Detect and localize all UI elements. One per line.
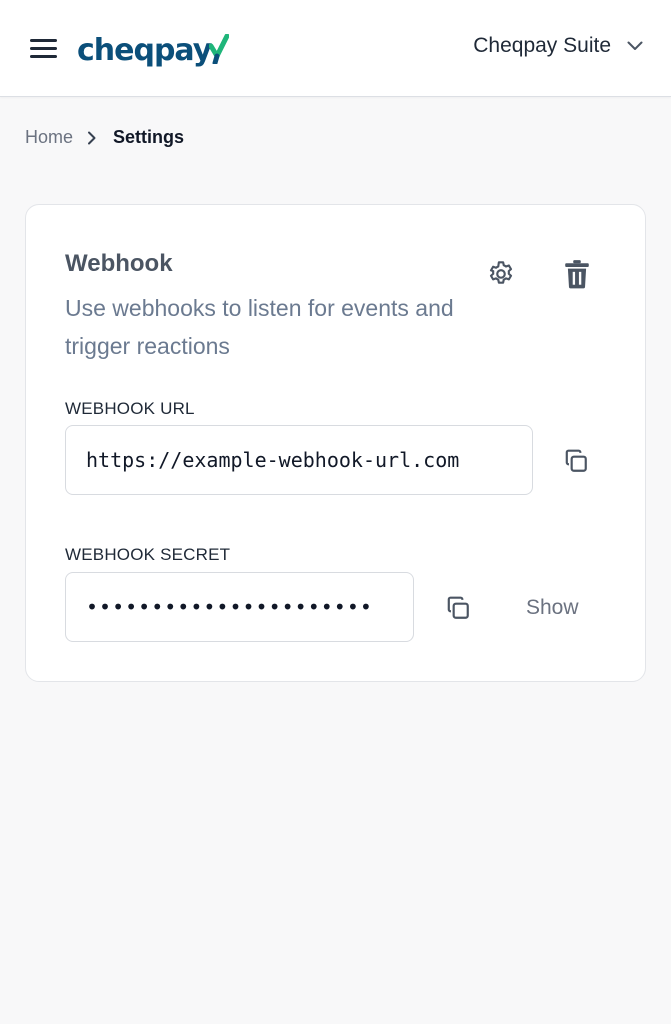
webhook-url-label: WEBHOOK URL bbox=[65, 399, 195, 418]
menu-line bbox=[30, 55, 57, 58]
webhook-card-description: Use webhooks to listen for events and tr… bbox=[65, 295, 454, 359]
copy-icon bbox=[447, 596, 469, 619]
gear-icon bbox=[489, 261, 513, 284]
menu-line bbox=[30, 39, 57, 42]
trash-icon bbox=[565, 260, 589, 289]
webhook-card: Webhook Use webhooks to listen for event… bbox=[25, 204, 646, 682]
chevron-right-icon bbox=[87, 131, 97, 145]
cheqpay-logo[interactable]: cheqpay bbox=[77, 26, 230, 70]
breadcrumb: Home Settings bbox=[25, 127, 184, 148]
webhook-card-title: Webhook bbox=[65, 250, 173, 277]
webhook-settings-button[interactable] bbox=[484, 257, 518, 291]
suite-selector-label: Cheqpay Suite bbox=[473, 34, 611, 57]
logo-text: cheqpay bbox=[77, 33, 212, 68]
copy-webhook-url-button[interactable] bbox=[562, 447, 590, 475]
chevron-down-icon bbox=[627, 41, 643, 50]
breadcrumb-current-page: Settings bbox=[113, 127, 185, 147]
copy-webhook-secret-button[interactable] bbox=[444, 594, 472, 622]
show-secret-button[interactable]: Show bbox=[526, 596, 579, 620]
webhook-url-field[interactable]: https://example-webhook-url.com bbox=[65, 425, 533, 495]
menu-line bbox=[30, 47, 57, 50]
webhook-secret-masked-value: •••••••••••••••••••••• bbox=[86, 595, 373, 619]
suite-selector-dropdown[interactable]: Cheqpay Suite bbox=[473, 34, 643, 58]
breadcrumb-home-link[interactable]: Home bbox=[25, 127, 73, 148]
top-navigation-bar: cheqpay Cheqpay Suite bbox=[0, 0, 671, 97]
copy-icon bbox=[565, 449, 587, 472]
logo-check-mark-icon bbox=[209, 34, 230, 64]
webhook-secret-field[interactable]: •••••••••••••••••••••• bbox=[65, 572, 414, 642]
webhook-secret-label: WEBHOOK SECRET bbox=[65, 545, 231, 564]
webhook-url-value: https://example-webhook-url.com bbox=[86, 448, 460, 472]
webhook-delete-button[interactable] bbox=[560, 257, 594, 291]
hamburger-menu-icon[interactable] bbox=[30, 38, 58, 60]
